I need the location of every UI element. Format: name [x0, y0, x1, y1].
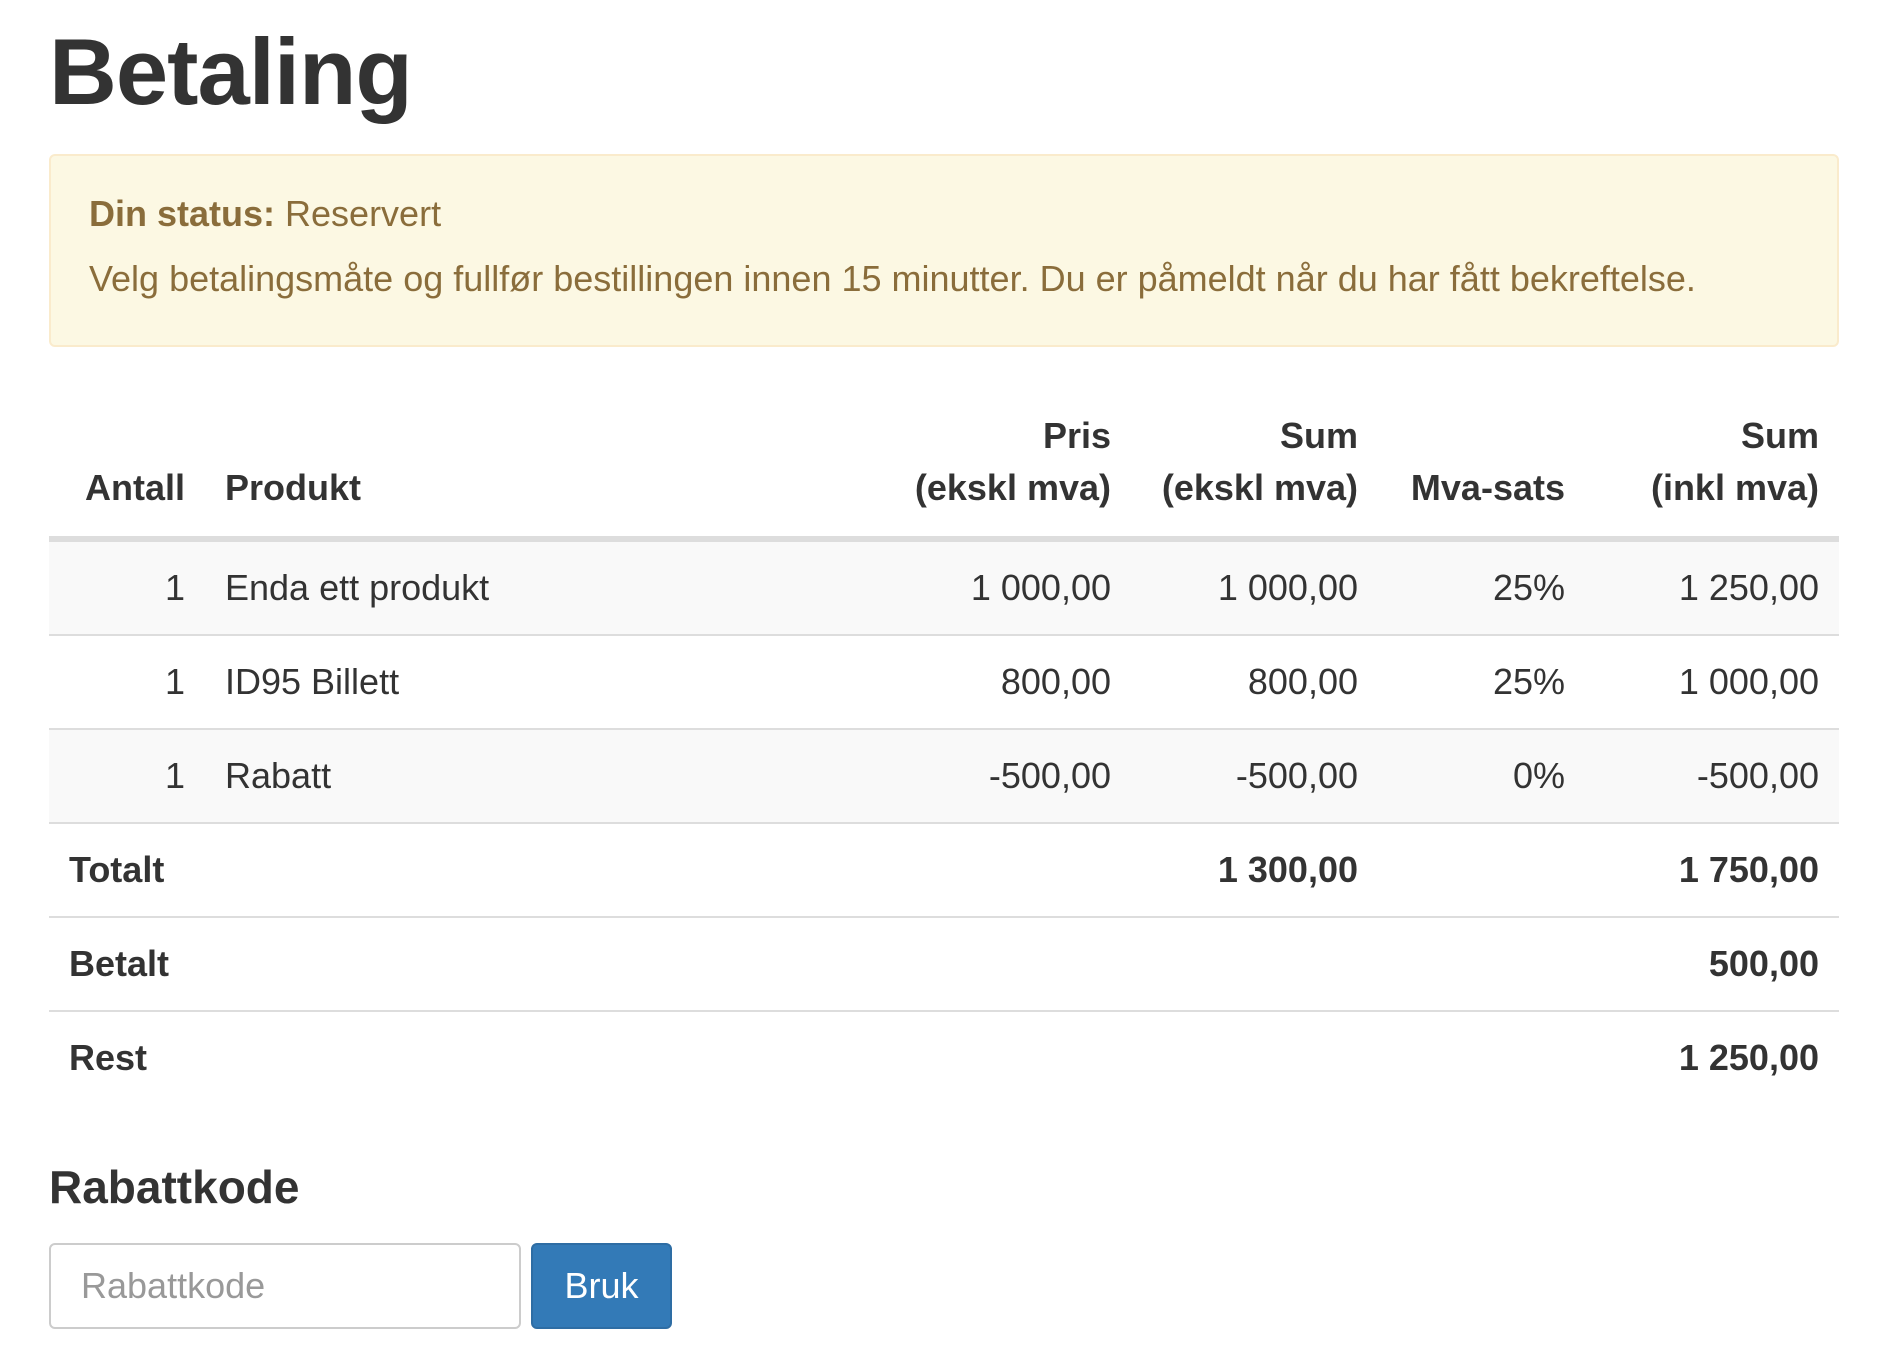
row-product: Enda ett produkt: [205, 539, 885, 636]
rest-label: Rest: [69, 1037, 148, 1078]
row-price: -500,00: [885, 729, 1131, 824]
header-sum-ex: Sum (ekskl mva): [1131, 410, 1378, 542]
table-row: 1 Enda ett produkt 1 000,00 1 000,00 25%…: [49, 539, 1839, 636]
header-price-line2: (ekskl mva): [914, 467, 1111, 508]
payment-page: Betaling Din status: Reservert Velg beta…: [49, 0, 1841, 1329]
status-alert: Din status: Reservert Velg betalingsmåte…: [49, 154, 1839, 347]
table-row: 1 ID95 Billett 800,00 800,00 25% 1 000,0…: [49, 635, 1839, 730]
status-message: Velg betalingsmåte og fullfør bestilling…: [89, 258, 1696, 299]
cart-table: Antall Produkt Pris (ekskl mva) Sum (ekskl…: [49, 410, 1839, 1104]
row-product: Rabatt: [205, 729, 885, 824]
header-sum-inc: Sum (inkl mva): [1585, 410, 1839, 542]
coupon-code-input[interactable]: [49, 1243, 521, 1329]
row-price: 800,00: [885, 635, 1131, 730]
total-sum-ex: 1 300,00: [1131, 823, 1378, 918]
table-row: 1 Rabatt -500,00 -500,00 0% -500,00: [49, 729, 1839, 824]
row-vat-rate: 25%: [1378, 635, 1585, 730]
row-sum-ex: 1 000,00: [1131, 539, 1378, 636]
header-quantity: Antall: [49, 410, 205, 542]
paid-label: Betalt: [49, 917, 1585, 1012]
coupon-form: Bruk: [49, 1243, 672, 1329]
paid-amount: 500,00: [1585, 917, 1839, 1012]
header-price: Pris (ekskl mva): [885, 410, 1131, 542]
header-product: Produkt: [205, 410, 885, 542]
page-title: Betaling: [49, 19, 413, 124]
row-sum-inc: -500,00: [1585, 729, 1839, 824]
status-value: Reservert: [285, 193, 442, 234]
table-header-row: Antall Produkt Pris (ekskl mva) Sum (ekskl…: [49, 410, 1839, 542]
header-sum-ex-line2: (ekskl mva): [1161, 467, 1358, 508]
header-sum-inc-line2: (inkl mva): [1650, 467, 1819, 508]
coupon-title: Rabattkode: [49, 1161, 300, 1213]
row-product: ID95 Billett: [205, 635, 885, 730]
paid-row: Betalt 500,00: [49, 917, 1839, 1012]
rest-row: Rest 1 250,00: [49, 1011, 1839, 1104]
total-row: Totalt 1 300,00 1 750,00: [49, 823, 1839, 918]
row-price: 1 000,00: [885, 539, 1131, 636]
total-sum-inc: 1 750,00: [1585, 823, 1839, 918]
status-line: Din status: Reservert: [89, 192, 1799, 236]
row-quantity: 1: [49, 539, 205, 636]
row-sum-ex: -500,00: [1131, 729, 1378, 824]
total-vat-empty: [1378, 823, 1585, 918]
header-price-line1: Pris: [1042, 415, 1111, 456]
header-sum-ex-line1: Sum: [1279, 415, 1358, 456]
rest-amount: 1 250,00: [1678, 1037, 1819, 1078]
row-quantity: 1: [49, 635, 205, 730]
row-sum-ex: 800,00: [1131, 635, 1378, 730]
row-vat-rate: 25%: [1378, 539, 1585, 636]
row-quantity: 1: [49, 729, 205, 824]
status-label: Din status:: [89, 193, 276, 234]
header-sum-inc-line1: Sum: [1740, 415, 1819, 456]
row-vat-rate: 0%: [1378, 729, 1585, 824]
apply-coupon-button[interactable]: Bruk: [531, 1243, 672, 1329]
total-label: Totalt: [49, 823, 1131, 918]
row-sum-inc: 1 000,00: [1585, 635, 1839, 730]
header-vat-rate: Mva-sats: [1378, 410, 1585, 542]
row-sum-inc: 1 250,00: [1585, 539, 1839, 636]
